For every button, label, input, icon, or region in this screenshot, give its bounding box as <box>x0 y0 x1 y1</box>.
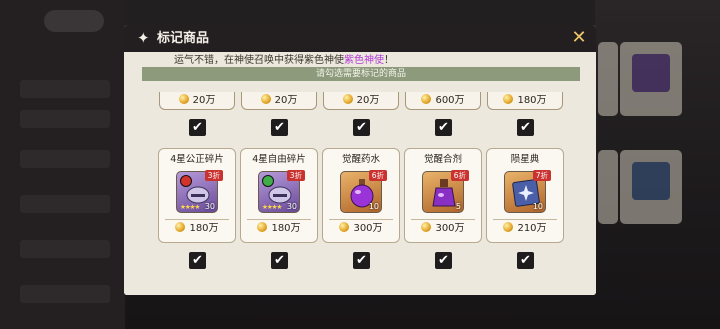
background-shop-card <box>620 42 682 116</box>
background-top-strip <box>125 0 595 26</box>
background-shop-card <box>620 150 682 224</box>
gold-coin-icon <box>257 222 268 232</box>
shop-item-card[interactable]: 觉醒合剂 6折 5 300万 <box>404 148 482 243</box>
notice-highlight: 紫色神使 <box>344 55 384 66</box>
top-row-checkbox[interactable]: ✔ <box>271 119 288 136</box>
dialog-header: ✦ 标记商品 ✕ <box>124 25 596 52</box>
item-quantity: 30 <box>286 202 297 211</box>
discount-badge: 7折 <box>532 170 551 181</box>
star-rating: ★★★★ <box>262 203 282 211</box>
gold-coin-icon <box>503 222 514 232</box>
top-row-price: 20万 <box>241 92 317 110</box>
gold-coin-icon <box>342 94 353 104</box>
gold-coin-icon <box>503 94 514 104</box>
top-row-price: 180万 <box>487 92 563 110</box>
price-value: 210万 <box>517 223 547 234</box>
item-name: 觉醒药水 <box>341 154 380 165</box>
potion-flask-icon: 6折 5 <box>422 170 469 213</box>
price-value: 180万 <box>517 95 547 106</box>
item-checkbox[interactable]: ✔ <box>271 252 288 269</box>
helmet-icon <box>186 186 210 204</box>
price-value: 180万 <box>271 223 301 234</box>
item-quantity: 30 <box>204 202 215 211</box>
discount-badge: 3折 <box>204 170 223 181</box>
item-name: 觉醒合剂 <box>423 154 462 165</box>
purple-potion-icon: 6折 10 <box>340 170 387 213</box>
helmet-icon <box>268 186 292 204</box>
item-checkbox[interactable]: ✔ <box>189 252 206 269</box>
background-shop-card <box>598 150 618 224</box>
background-side-menu <box>0 0 125 329</box>
shop-item-card[interactable]: 4星公正碎片 3折 ★★★★ 30 180万 <box>158 148 236 243</box>
gold-coin-icon <box>260 94 271 104</box>
star-rating: ★★★★ <box>180 203 200 211</box>
item-name: 4星公正碎片 <box>170 154 224 165</box>
background-shop-card <box>598 42 618 116</box>
item-quantity: 10 <box>368 202 379 211</box>
item-checkbox[interactable]: ✔ <box>353 252 370 269</box>
price-value: 600万 <box>435 95 465 106</box>
background-menu-row <box>20 195 110 213</box>
gold-coin-icon <box>421 222 432 232</box>
notice-text: 运气不错，在神使召唤中获得紫色神使紫色神使！ <box>174 54 554 67</box>
price-value: 20万 <box>192 95 216 106</box>
item-quantity: 5 <box>455 202 461 211</box>
discount-badge: 6折 <box>450 170 469 181</box>
notice-suffix: ！ <box>384 55 394 66</box>
shop-item-card[interactable]: 4星自由碎片 3折 ★★★★ 30 180万 <box>240 148 318 243</box>
shop-item-card[interactable]: 觉醒药水 6折 10 300万 <box>322 148 400 243</box>
item-checkbox[interactable]: ✔ <box>517 252 534 269</box>
discount-badge: 3折 <box>286 170 305 181</box>
item-name: 陨星典 <box>510 154 540 165</box>
item-price: 300万 <box>323 222 399 236</box>
price-value: 20万 <box>274 95 298 106</box>
mark-items-dialog: ✦ 标记商品 ✕ 运气不错，在神使召唤中获得紫色神使紫色神使！ 请勾选需要标记的… <box>124 25 596 295</box>
price-value: 300万 <box>435 223 465 234</box>
background-menu-row <box>20 110 110 128</box>
price-value: 300万 <box>353 223 383 234</box>
close-button[interactable]: ✕ <box>568 27 590 49</box>
notice-prefix: 运气不错，在神使召唤中获得紫色神使 <box>174 55 344 66</box>
price-value: 20万 <box>356 95 380 106</box>
sparkle-icon: ✦ <box>137 29 150 47</box>
armor-shard-icon: 3折 ★★★★ 30 <box>258 170 305 213</box>
instruction-bar: 请勾选需要标记的商品 <box>142 67 580 81</box>
item-name: 4星自由碎片 <box>252 154 306 165</box>
item-quantity: 10 <box>532 202 543 211</box>
top-row-price: 20万 <box>159 92 235 110</box>
gold-coin-icon <box>339 222 350 232</box>
star-tome-icon: 7折 10 <box>504 170 551 213</box>
dialog-title: 标记商品 <box>157 31 210 46</box>
card-divider <box>493 219 557 220</box>
item-price: 210万 <box>487 222 563 236</box>
top-row-checkbox[interactable]: ✔ <box>189 119 206 136</box>
gold-coin-icon <box>421 94 432 104</box>
card-divider <box>329 219 393 220</box>
armor-shard-icon: 3折 ★★★★ 30 <box>176 170 223 213</box>
item-price: 180万 <box>241 222 317 236</box>
card-divider <box>411 219 475 220</box>
shop-item-card[interactable]: 陨星典 7折 10 210万 <box>486 148 564 243</box>
gold-coin-icon <box>178 94 189 104</box>
card-divider <box>165 219 229 220</box>
item-price: 300万 <box>405 222 481 236</box>
card-divider <box>247 219 311 220</box>
background-menu-row <box>20 80 110 98</box>
item-price: 180万 <box>159 222 235 236</box>
price-value: 180万 <box>189 223 219 234</box>
background-menu-row <box>20 240 110 258</box>
background-pill <box>44 10 104 32</box>
top-row-price: 600万 <box>405 92 481 110</box>
scroll-fade <box>124 287 596 295</box>
background-menu-row <box>20 285 110 303</box>
flask-icon <box>432 179 456 207</box>
gold-coin-icon <box>175 222 186 232</box>
top-row-checkbox[interactable]: ✔ <box>517 119 534 136</box>
background-menu-row <box>20 150 110 168</box>
item-checkbox[interactable]: ✔ <box>435 252 452 269</box>
top-row-price: 20万 <box>323 92 399 110</box>
top-row-checkbox[interactable]: ✔ <box>435 119 452 136</box>
discount-badge: 6折 <box>368 170 387 181</box>
top-row-checkbox[interactable]: ✔ <box>353 119 370 136</box>
